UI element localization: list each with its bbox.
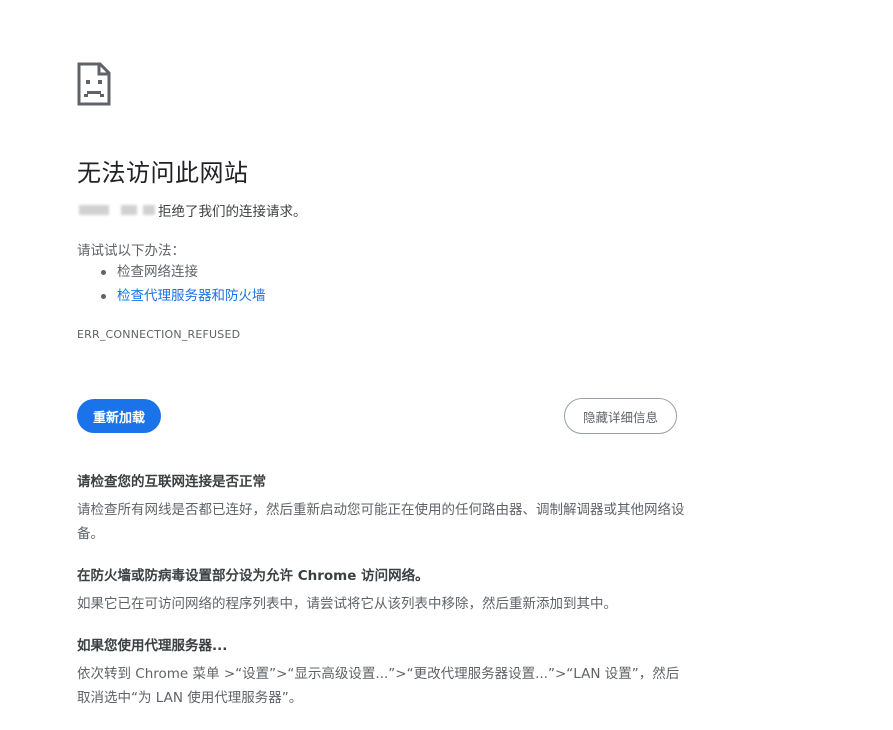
hide-details-button[interactable]: 隐藏详细信息 [564, 398, 677, 434]
error-page: 无法访问此网站 拒绝了我们的连接请求。 请试试以下办法： 检查网络连接 检查代理… [0, 0, 893, 730]
suggestion-check-proxy-firewall: 检查代理服务器和防火墙 [77, 286, 266, 310]
suggestions-list: 检查网络连接 检查代理服务器和防火墙 [77, 262, 266, 310]
detail-heading: 请检查您的互联网连接是否正常 [77, 474, 266, 490]
redacted-hostname [77, 202, 156, 218]
detail-heading: 如果您使用代理服务器... [77, 638, 228, 654]
detail-body: 依次转到 Chrome 菜单 >“设置”>“显示高级设置...”>“更改代理服务… [77, 666, 680, 706]
suggestions-intro: 请试试以下办法： [77, 243, 185, 259]
detail-section-firewall: 在防火墙或防病毒设置部分设为允许 Chrome 访问网络。 如果它已在可访问网络… [77, 566, 687, 616]
check-proxy-firewall-link[interactable]: 检查代理服务器和防火墙 [117, 288, 266, 304]
detail-body: 请检查所有网线是否都已连好，然后重新启动您可能正在使用的任何路由器、调制解调器或… [77, 502, 685, 542]
suggestion-check-network: 检查网络连接 [77, 262, 266, 286]
detail-heading: 在防火墙或防病毒设置部分设为允许 Chrome 访问网络。 [77, 568, 429, 584]
detail-body: 如果它已在可访问网络的程序列表中，请尝试将它从该列表中移除，然后重新添加到其中。 [77, 596, 617, 612]
sad-page-icon [77, 62, 111, 106]
reload-button[interactable]: 重新加载 [77, 399, 161, 433]
page-title: 无法访问此网站 [77, 159, 249, 187]
detail-section-proxy: 如果您使用代理服务器... 依次转到 Chrome 菜单 >“设置”>“显示高级… [77, 636, 687, 710]
refused-message-text: 拒绝了我们的连接请求。 [158, 204, 307, 220]
detail-section-check-connection: 请检查您的互联网连接是否正常 请检查所有网线是否都已连好，然后重新启动您可能正在… [77, 472, 687, 546]
refused-message: 拒绝了我们的连接请求。 [77, 200, 307, 220]
suggestion-check-network-label: 检查网络连接 [117, 264, 198, 280]
error-code: ERR_CONNECTION_REFUSED [77, 328, 241, 341]
